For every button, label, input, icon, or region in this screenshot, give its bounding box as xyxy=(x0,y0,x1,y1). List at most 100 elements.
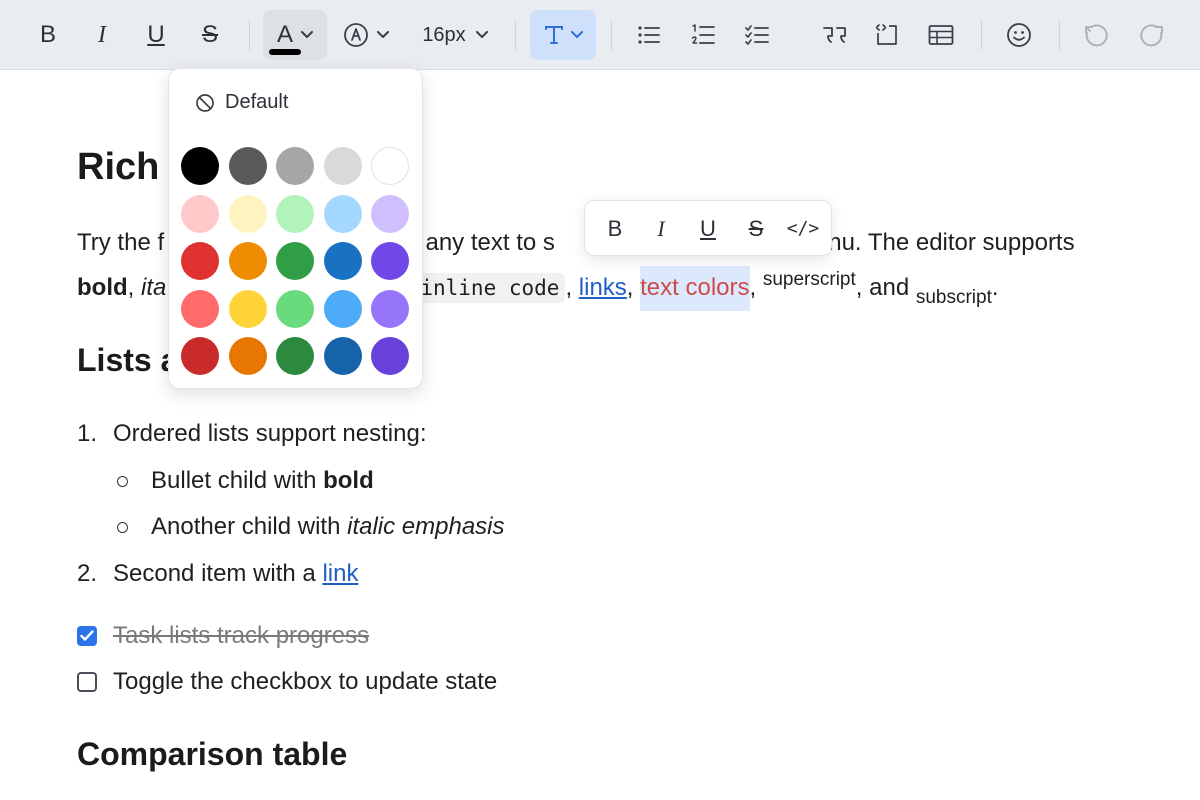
redo-button[interactable] xyxy=(1128,10,1174,60)
bubble-italic-button[interactable]: I xyxy=(641,209,681,249)
link[interactable]: link xyxy=(322,560,358,587)
task-item: Task lists track progress xyxy=(77,622,369,650)
color-swatch[interactable] xyxy=(323,194,362,233)
color-swatch[interactable] xyxy=(276,147,314,185)
toolbar-separator xyxy=(249,20,250,50)
color-swatch[interactable] xyxy=(228,147,267,185)
list-item-text: Second item with a xyxy=(113,560,323,587)
italic-button[interactable]: I xyxy=(78,10,126,60)
color-swatch[interactable] xyxy=(181,337,219,375)
highlight-button[interactable] xyxy=(336,10,396,60)
default-label: Default xyxy=(225,91,289,113)
color-swatch[interactable] xyxy=(228,337,267,375)
text-color-picker: Default xyxy=(168,68,423,389)
color-swatch[interactable] xyxy=(228,289,267,328)
bold-icon: B xyxy=(39,21,56,48)
para-text: Try the f xyxy=(77,229,165,256)
blockquote-button[interactable] xyxy=(812,10,858,60)
color-swatch[interactable] xyxy=(371,289,409,328)
color-swatch[interactable] xyxy=(276,194,314,233)
editor-toolbar: B I U S A 16px xyxy=(0,0,1200,70)
strikethrough-icon: S xyxy=(748,216,764,241)
color-swatch[interactable] xyxy=(181,194,219,233)
bullet-list-button[interactable] xyxy=(626,10,672,60)
no-color-icon xyxy=(196,93,214,112)
bubble-underline-button[interactable]: U xyxy=(688,209,728,249)
list-item: Bullet child with bold xyxy=(77,467,677,495)
para-text: , xyxy=(127,274,135,301)
toolbar-separator xyxy=(611,20,612,50)
color-swatch[interactable] xyxy=(323,337,362,375)
code-icon: </> xyxy=(786,218,820,239)
color-swatch[interactable] xyxy=(181,242,219,280)
subscript-text: subscript xyxy=(915,287,992,308)
underline-button[interactable]: U xyxy=(132,10,180,60)
task-item: Toggle the checkbox to update state xyxy=(77,668,497,696)
color-swatch[interactable] xyxy=(228,194,267,233)
bubble-bold-button[interactable]: B xyxy=(595,209,635,249)
bold-text: bold xyxy=(77,274,128,301)
bullet-list-icon xyxy=(638,26,660,44)
task-list-icon xyxy=(745,25,769,45)
chevron-down-icon xyxy=(475,31,488,38)
color-swatch[interactable] xyxy=(181,289,219,328)
strikethrough-button[interactable]: S xyxy=(186,10,234,60)
emoji-button[interactable] xyxy=(996,10,1042,60)
chevron-down-icon xyxy=(571,31,583,38)
toolbar-separator xyxy=(515,20,516,50)
toolbar-separator xyxy=(1059,20,1060,50)
task-checkbox-checked[interactable] xyxy=(77,626,97,646)
bold-text: bold xyxy=(323,467,374,494)
list-number: 1. xyxy=(77,420,98,447)
text-style-button[interactable] xyxy=(530,10,596,60)
bubble-strike-button[interactable]: S xyxy=(736,209,776,249)
para-text: , and xyxy=(855,274,910,301)
table-icon xyxy=(928,25,954,45)
para-text: . xyxy=(991,274,999,301)
ordered-list-button[interactable] xyxy=(680,10,726,60)
lists-heading: Lists a xyxy=(77,342,179,378)
chevron-down-icon xyxy=(377,31,389,38)
font-size-select[interactable]: 16px xyxy=(410,10,500,60)
color-swatch[interactable] xyxy=(371,242,409,280)
underline-icon: U xyxy=(700,216,716,241)
color-swatch[interactable] xyxy=(276,289,314,328)
color-swatch[interactable] xyxy=(371,337,409,375)
color-swatch[interactable] xyxy=(181,147,219,185)
code-block-button[interactable] xyxy=(864,10,910,60)
checkmark-icon xyxy=(80,630,94,641)
list-item: 2. Second item with a link xyxy=(77,560,358,588)
ordered-list-icon xyxy=(691,24,715,44)
color-swatch[interactable] xyxy=(323,147,362,185)
undo-button[interactable] xyxy=(1074,10,1120,60)
para-text: , xyxy=(626,274,634,301)
color-swatch[interactable] xyxy=(323,289,362,328)
selected-colored-text[interactable]: text colors xyxy=(640,266,750,311)
toolbar-separator xyxy=(981,20,982,50)
quote-icon xyxy=(823,27,846,43)
color-swatch[interactable] xyxy=(323,242,362,280)
bubble-code-button[interactable]: </> xyxy=(783,209,823,249)
inline-code: inline code xyxy=(414,273,566,303)
table-button[interactable] xyxy=(918,10,964,60)
task-text: Task lists track progress xyxy=(113,622,370,649)
text-color-button[interactable]: A xyxy=(263,10,327,60)
color-swatch[interactable] xyxy=(371,147,409,185)
bullet-marker xyxy=(117,522,128,533)
color-swatch[interactable] xyxy=(371,194,409,233)
italic-icon: I xyxy=(98,22,106,48)
task-checkbox[interactable] xyxy=(77,672,97,692)
color-swatch[interactable] xyxy=(276,242,314,280)
link[interactable]: links xyxy=(579,274,627,301)
font-size-value: 16px xyxy=(422,23,466,46)
bold-button[interactable]: B xyxy=(24,10,72,60)
bubble-menu: B I U S </> xyxy=(584,200,832,256)
default-color-option[interactable]: Default xyxy=(195,91,288,114)
color-swatch[interactable] xyxy=(228,242,267,280)
color-swatch[interactable] xyxy=(276,337,314,375)
table-heading: Comparison table xyxy=(77,736,348,772)
text-color-icon: A xyxy=(276,21,293,48)
task-list-button[interactable] xyxy=(734,10,780,60)
italic-text: ita xyxy=(141,274,167,301)
list-item: 1. Ordered lists support nesting: xyxy=(77,420,427,448)
